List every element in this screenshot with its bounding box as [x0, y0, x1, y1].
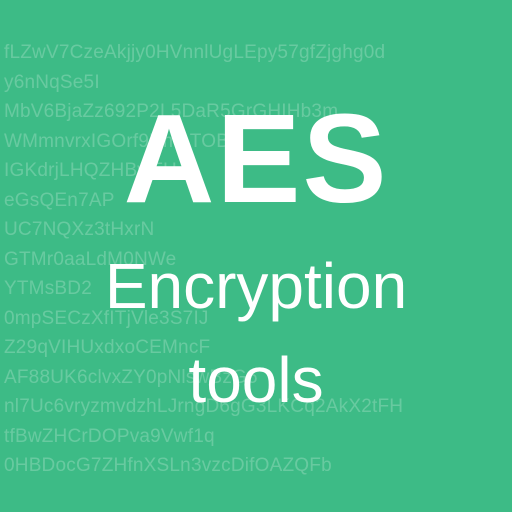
ciphertext-line: 0HBDocG7ZHfnXSLn3vzcDifOAZQFb — [4, 455, 332, 476]
app-icon-tile: fLZwV7CzeAkjjy0HVnnlUgLEpy57gfZjghg0d y6… — [0, 0, 512, 512]
subtitle-tools: tools — [188, 344, 324, 416]
ciphertext-line: fLZwV7CzeAkjjy0HVnnlUgLEpy57gfZjghg0d — [4, 42, 386, 63]
title-aes: AES — [123, 88, 389, 229]
ciphertext-line: tfBwZHCrDOPva9Vwf1q — [4, 425, 215, 447]
subtitle-encryption: Encryption — [104, 250, 408, 322]
